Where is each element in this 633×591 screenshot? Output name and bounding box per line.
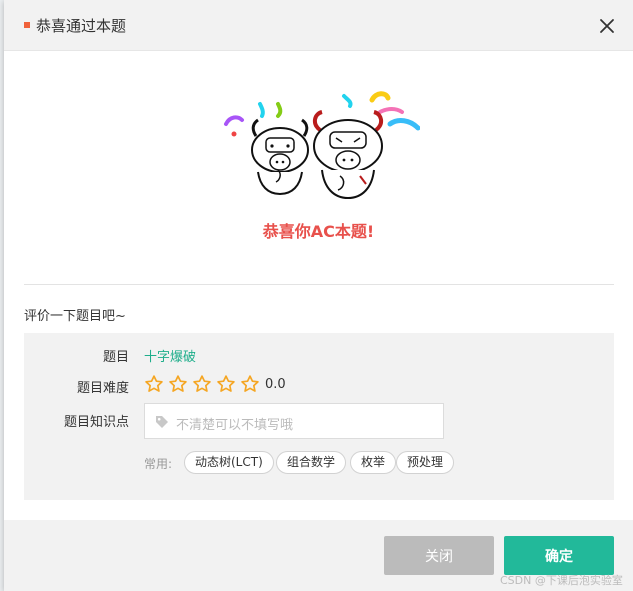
common-tag-chip[interactable]: 动态树(LCT) xyxy=(184,451,274,474)
star-outline-icon[interactable] xyxy=(240,374,260,394)
close-button[interactable]: 关闭 xyxy=(384,536,494,575)
watermark: CSDN @下课后泡实验室 xyxy=(500,574,623,587)
close-icon[interactable] xyxy=(597,16,617,36)
tags-label: 题目知识点 xyxy=(63,415,129,430)
star-outline-icon[interactable] xyxy=(168,374,188,394)
problem-label: 题目 xyxy=(102,350,129,365)
difficulty-stars: 0.0 xyxy=(144,374,286,394)
difficulty-label: 题目难度 xyxy=(76,381,129,396)
rating-prompt: 评价一下题目吧~ xyxy=(24,309,126,324)
difficulty-value: 0.0 xyxy=(265,376,286,392)
common-tag-chip[interactable]: 组合数学 xyxy=(276,451,347,474)
dialog-title: 恭喜通过本题 xyxy=(36,17,127,35)
title-mark xyxy=(24,22,30,28)
star-outline-icon[interactable] xyxy=(144,374,164,394)
star-outline-icon[interactable] xyxy=(192,374,212,394)
star-outline-icon[interactable] xyxy=(216,374,236,394)
divider xyxy=(24,284,614,285)
common-tag-chip[interactable]: 枚举 xyxy=(350,451,397,474)
rating-panel: 题目 十字爆破 题目难度 0.0 题目知识点 不清楚可以不填写哦 常用: 动态树… xyxy=(24,333,614,500)
congrats-message: 恭喜你AC本题! xyxy=(262,222,375,241)
celebration-illustration xyxy=(220,90,421,202)
problem-name-link[interactable]: 十字爆破 xyxy=(144,346,196,365)
common-tags-label: 常用: xyxy=(144,457,173,471)
common-tag-chip[interactable]: 预处理 xyxy=(396,451,455,474)
dialog-header: 恭喜通过本题 xyxy=(4,0,633,51)
tags-placeholder: 不清楚可以不填写哦 xyxy=(176,418,294,433)
tag-icon xyxy=(155,414,169,428)
tags-input[interactable]: 不清楚可以不填写哦 xyxy=(144,403,444,439)
congrats-dialog: 恭喜通过本题 恭喜你AC本题! 评价一下题目吧~ 题目 十字爆破 题目难度 0.… xyxy=(4,0,633,591)
confirm-button[interactable]: 确定 xyxy=(504,536,614,575)
